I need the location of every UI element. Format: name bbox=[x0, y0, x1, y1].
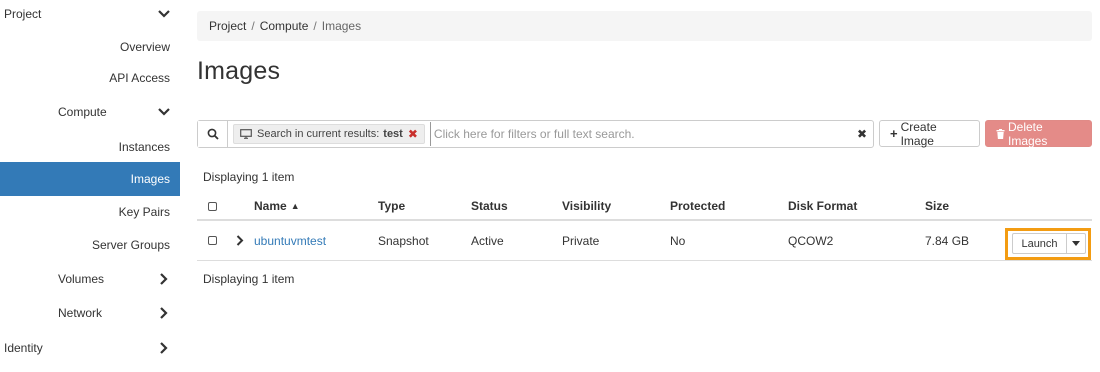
trash-icon bbox=[996, 128, 1005, 139]
sidebar-item-label: Server Groups bbox=[91, 237, 170, 252]
column-header-disk-format[interactable]: Disk Format bbox=[788, 193, 857, 219]
sidebar-item-label: Volumes bbox=[58, 271, 105, 286]
chevron-right-icon bbox=[157, 306, 171, 320]
search-input[interactable] bbox=[429, 122, 851, 146]
sidebar: Project Overview API Access Compute Inst… bbox=[0, 0, 180, 372]
table-header: Name ▲ Type Status Visibility Protected … bbox=[197, 193, 1092, 221]
filter-chip-value: test bbox=[383, 128, 403, 140]
breadcrumb-separator: / bbox=[313, 19, 317, 33]
images-table: Name ▲ Type Status Visibility Protected … bbox=[197, 193, 1092, 261]
column-header-size[interactable]: Size bbox=[925, 193, 949, 219]
image-protected: No bbox=[670, 233, 686, 248]
breadcrumb-item-images: Images bbox=[321, 19, 362, 33]
sidebar-item-label: Overview bbox=[119, 39, 170, 54]
clear-search-icon[interactable]: ✖ bbox=[851, 127, 873, 141]
breadcrumb-item-compute[interactable]: Compute bbox=[260, 19, 309, 33]
sidebar-item-project[interactable]: Project bbox=[0, 0, 180, 28]
image-type: Snapshot bbox=[378, 233, 429, 248]
launch-button[interactable]: Launch bbox=[1013, 234, 1067, 253]
sidebar-item-label: Images bbox=[130, 172, 170, 186]
row-checkbox[interactable] bbox=[208, 221, 217, 260]
toolbar: Search in current results: test ✖ ✖ + Cr… bbox=[197, 120, 1092, 150]
sidebar-item-images[interactable]: Images bbox=[0, 162, 180, 196]
sidebar-item-network[interactable]: Network bbox=[0, 296, 180, 329]
sort-ascending-icon: ▲ bbox=[290, 201, 300, 211]
sidebar-item-label: Project bbox=[4, 7, 42, 21]
sidebar-item-instances[interactable]: Instances bbox=[0, 130, 180, 163]
delete-images-button[interactable]: Delete Images bbox=[985, 119, 1092, 148]
column-header-protected[interactable]: Protected bbox=[670, 193, 725, 219]
search-group: Search in current results: test ✖ ✖ bbox=[197, 120, 874, 148]
breadcrumb: Project / Compute / Images bbox=[197, 11, 1092, 41]
launch-action-group: Launch bbox=[1012, 233, 1086, 254]
image-name-link[interactable]: ubuntuvmtest bbox=[254, 221, 326, 260]
select-all-checkbox[interactable] bbox=[208, 193, 217, 219]
filter-chip-label: Search in current results: bbox=[257, 128, 380, 140]
breadcrumb-item-project[interactable]: Project bbox=[209, 19, 246, 33]
sidebar-item-label: Compute bbox=[58, 104, 107, 119]
item-count: Displaying 1 item bbox=[203, 170, 295, 184]
item-count: Displaying 1 item bbox=[203, 272, 295, 286]
table-row: ubuntuvmtest Snapshot Active Private No … bbox=[197, 221, 1092, 261]
remove-filter-icon[interactable]: ✖ bbox=[408, 127, 418, 141]
create-image-button[interactable]: + Create Image bbox=[879, 119, 980, 148]
sidebar-item-key-pairs[interactable]: Key Pairs bbox=[0, 195, 180, 228]
sidebar-item-api-access[interactable]: API Access bbox=[0, 61, 180, 94]
sidebar-item-label: API Access bbox=[109, 70, 170, 85]
sidebar-item-label: Network bbox=[58, 305, 103, 320]
column-header-type[interactable]: Type bbox=[378, 193, 405, 219]
plus-icon: + bbox=[890, 126, 898, 141]
column-header-status[interactable]: Status bbox=[471, 193, 508, 219]
sidebar-item-label: Instances bbox=[118, 139, 170, 154]
column-header-name[interactable]: Name ▲ bbox=[254, 193, 300, 219]
chevron-right-icon bbox=[157, 272, 171, 286]
caret-down-icon[interactable] bbox=[1067, 234, 1085, 253]
sidebar-item-volumes[interactable]: Volumes bbox=[0, 262, 180, 295]
image-visibility: Private bbox=[562, 233, 600, 248]
sidebar-item-label: Key Pairs bbox=[118, 204, 170, 219]
expand-row-icon[interactable] bbox=[236, 221, 244, 260]
chevron-down-icon bbox=[157, 105, 171, 119]
delete-images-label: Delete Images bbox=[1008, 119, 1048, 148]
breadcrumb-separator: / bbox=[251, 19, 255, 33]
image-disk-format: QCOW2 bbox=[788, 233, 834, 248]
sidebar-item-compute[interactable]: Compute bbox=[0, 95, 180, 128]
column-header-visibility[interactable]: Visibility bbox=[562, 193, 611, 219]
filter-chip: Search in current results: test ✖ bbox=[233, 124, 425, 144]
chevron-right-icon bbox=[157, 341, 171, 355]
column-label: Name bbox=[254, 199, 287, 213]
sidebar-item-label: Identity bbox=[4, 340, 43, 355]
sidebar-item-identity[interactable]: Identity bbox=[0, 331, 180, 364]
page-title: Images bbox=[197, 57, 281, 85]
image-status: Active bbox=[471, 233, 504, 248]
image-size: 7.84 GB bbox=[925, 233, 970, 248]
chevron-down-icon bbox=[157, 7, 171, 21]
create-image-label: Create Image bbox=[900, 119, 937, 148]
monitor-icon bbox=[240, 129, 252, 139]
sidebar-item-overview[interactable]: Overview bbox=[0, 30, 180, 63]
search-icon[interactable] bbox=[198, 121, 228, 147]
sidebar-item-server-groups[interactable]: Server Groups bbox=[0, 228, 180, 261]
